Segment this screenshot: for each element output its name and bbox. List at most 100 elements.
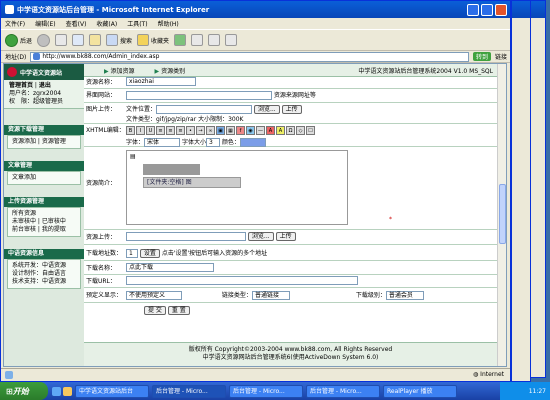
image-file-input[interactable] <box>156 105 253 114</box>
align-center-icon[interactable]: ≡ <box>166 126 175 135</box>
sidebar-item-all[interactable]: 所有资源 <box>12 210 36 217</box>
download-level-select[interactable]: 普通会员 <box>385 291 424 300</box>
main-header: ▶ 添加资源 ▶ 资源类别 中学语文资源站后台管理系统2004 V1.0 MS_… <box>84 64 497 77</box>
bg-color-icon[interactable]: A <box>276 126 285 135</box>
media-icon[interactable] <box>174 34 187 46</box>
sidebar-item-my-extract[interactable]: 我的提取 <box>42 226 66 233</box>
menu-bar: 文件(F) 编辑(E) 查看(V) 收藏(A) 工具(T) 帮助(H) <box>1 18 510 30</box>
sidebar-section-uploads[interactable]: 上传资源管理 <box>4 197 84 207</box>
maximize-icon[interactable] <box>481 3 493 16</box>
align-right-icon[interactable]: ≡ <box>176 126 185 135</box>
quicklaunch-folder-icon[interactable] <box>63 386 72 396</box>
menu-file[interactable]: 文件(F) <box>5 19 25 28</box>
nav-add-resource[interactable]: 添加资源 <box>111 68 135 75</box>
print-icon[interactable] <box>225 34 238 46</box>
resource-name-input[interactable]: xiaozhai <box>126 77 196 86</box>
back-arrow-icon <box>5 33 18 47</box>
font-select[interactable]: 宋体 <box>144 138 181 147</box>
media-insert-icon[interactable]: ◉ <box>246 126 255 135</box>
nav-resource-category[interactable]: 资源类别 <box>161 68 185 75</box>
task-5[interactable]: RealPlayer 播放 <box>383 384 457 398</box>
mail-icon[interactable] <box>208 34 221 46</box>
align-left-icon[interactable]: ≡ <box>156 126 165 135</box>
quicklaunch-ie-icon[interactable] <box>52 386 61 396</box>
home-icon[interactable] <box>89 34 102 46</box>
link-type-select[interactable]: 普通链接 <box>251 291 290 300</box>
search-button[interactable]: 搜索 <box>106 34 132 46</box>
toolbar: 后退 搜索 收藏夹 <box>1 30 510 51</box>
site-hint: 资源来源网址等 <box>273 92 316 99</box>
preview-select[interactable]: 不使用预定义 <box>126 291 182 300</box>
admin-home-link[interactable]: 管理首页 <box>9 82 33 89</box>
menu-favorites[interactable]: 收藏(A) <box>96 19 117 28</box>
download-count-set-button[interactable]: 设置 <box>139 249 160 258</box>
refresh-icon[interactable] <box>72 34 85 46</box>
title-bar[interactable]: 中学语文资源站后台管理 - Microsoft Internet Explore… <box>1 1 510 18</box>
address-input[interactable]: http://www.bk88.com/Admin_index.asp <box>30 51 469 62</box>
image-icon[interactable]: ▣ <box>216 126 225 135</box>
sidebar-item-add-resource[interactable]: 资源添加 <box>12 138 36 145</box>
sidebar-item-pending[interactable]: 未审核中 <box>12 218 36 225</box>
image-upload-button[interactable]: 上传 <box>281 105 302 114</box>
vertical-scrollbar[interactable] <box>497 64 506 366</box>
menu-edit[interactable]: 编辑(E) <box>35 19 55 28</box>
background-window-2[interactable] <box>511 0 531 382</box>
table-icon[interactable]: ▦ <box>226 126 235 135</box>
start-button[interactable]: ⊞ 开始 <box>0 382 48 400</box>
color-label: 颜色： <box>221 139 240 146</box>
download-url-input[interactable] <box>126 276 358 285</box>
file-upload-input[interactable] <box>126 232 246 241</box>
download-count-input[interactable]: 1 <box>126 249 138 258</box>
window-title: 中学语文资源站后台管理 - Microsoft Internet Explore… <box>17 5 210 14</box>
italic-icon[interactable]: I <box>136 126 145 135</box>
sidebar-box-articles: 文章添加 <box>7 171 81 185</box>
source-icon[interactable]: ◇ <box>296 126 305 135</box>
submit-button[interactable]: 提 交 <box>144 306 166 315</box>
bold-icon[interactable]: B <box>126 126 135 135</box>
text-color-icon[interactable]: A <box>266 126 275 135</box>
size-select[interactable]: 3 <box>205 138 220 147</box>
logout-link[interactable]: 退出 <box>39 82 51 89</box>
history-icon[interactable] <box>191 34 204 46</box>
back-button[interactable]: 后退 <box>5 33 32 47</box>
image-browse-button[interactable]: 浏览... <box>253 105 280 114</box>
sidebar-item-manage-resource[interactable]: 资源管理 <box>42 138 66 145</box>
preview-icon[interactable]: ☐ <box>306 126 315 135</box>
flash-icon[interactable]: f <box>236 126 245 135</box>
list-icon[interactable]: • <box>186 126 195 135</box>
site-input[interactable] <box>126 91 272 100</box>
menu-view[interactable]: 查看(V) <box>66 19 87 28</box>
links-label[interactable]: 链接 <box>495 52 507 61</box>
special-char-icon[interactable]: Ω <box>286 126 295 135</box>
indent-icon[interactable]: → <box>196 126 205 135</box>
color-select[interactable] <box>239 138 266 147</box>
forward-arrow-icon[interactable] <box>37 33 51 47</box>
menu-tools[interactable]: 工具(T) <box>127 19 147 28</box>
clock[interactable]: 11:27 <box>529 388 546 395</box>
stop-icon[interactable] <box>55 34 68 46</box>
task-3[interactable]: 后台管理 - Micro... <box>229 384 303 398</box>
file-browse-button[interactable]: 浏览... <box>247 232 274 241</box>
file-upload-button[interactable]: 上传 <box>275 232 296 241</box>
line-icon[interactable]: — <box>256 126 265 135</box>
go-button[interactable]: 转到 <box>472 52 491 61</box>
close-icon[interactable] <box>495 3 507 16</box>
sidebar-item-add-article[interactable]: 文章添加 <box>12 174 36 181</box>
task-1[interactable]: 中学语文资源站后台 <box>75 384 149 398</box>
reset-button[interactable]: 重 置 <box>167 306 190 315</box>
download-name-input[interactable]: 点此下载 <box>126 263 214 272</box>
task-4[interactable]: 后台管理 - Micro... <box>306 384 380 398</box>
sidebar-item-reviewed[interactable]: 已审核中 <box>42 218 66 225</box>
description-editor[interactable]: ▤ [文件夹:空格] 图 <box>126 150 348 225</box>
sidebar-item-front-review[interactable]: 前台审核 <box>12 226 36 233</box>
link-icon[interactable]: ∞ <box>206 126 215 135</box>
underline-icon[interactable]: U <box>146 126 155 135</box>
menu-help[interactable]: 帮助(H) <box>158 19 179 28</box>
favorites-button[interactable]: 收藏夹 <box>137 34 169 46</box>
minimize-icon[interactable] <box>467 3 479 16</box>
sidebar-section-downloads[interactable]: 资源下载管理 <box>4 125 84 135</box>
scrollbar-thumb[interactable] <box>499 184 506 244</box>
task-2[interactable]: 后台管理 - Micro... <box>152 384 226 398</box>
copyright-text: 版权所有 Copyright©2003-2004 www.bk88.com, A… <box>188 346 393 353</box>
sidebar-section-articles[interactable]: 文章管理 <box>4 161 84 171</box>
